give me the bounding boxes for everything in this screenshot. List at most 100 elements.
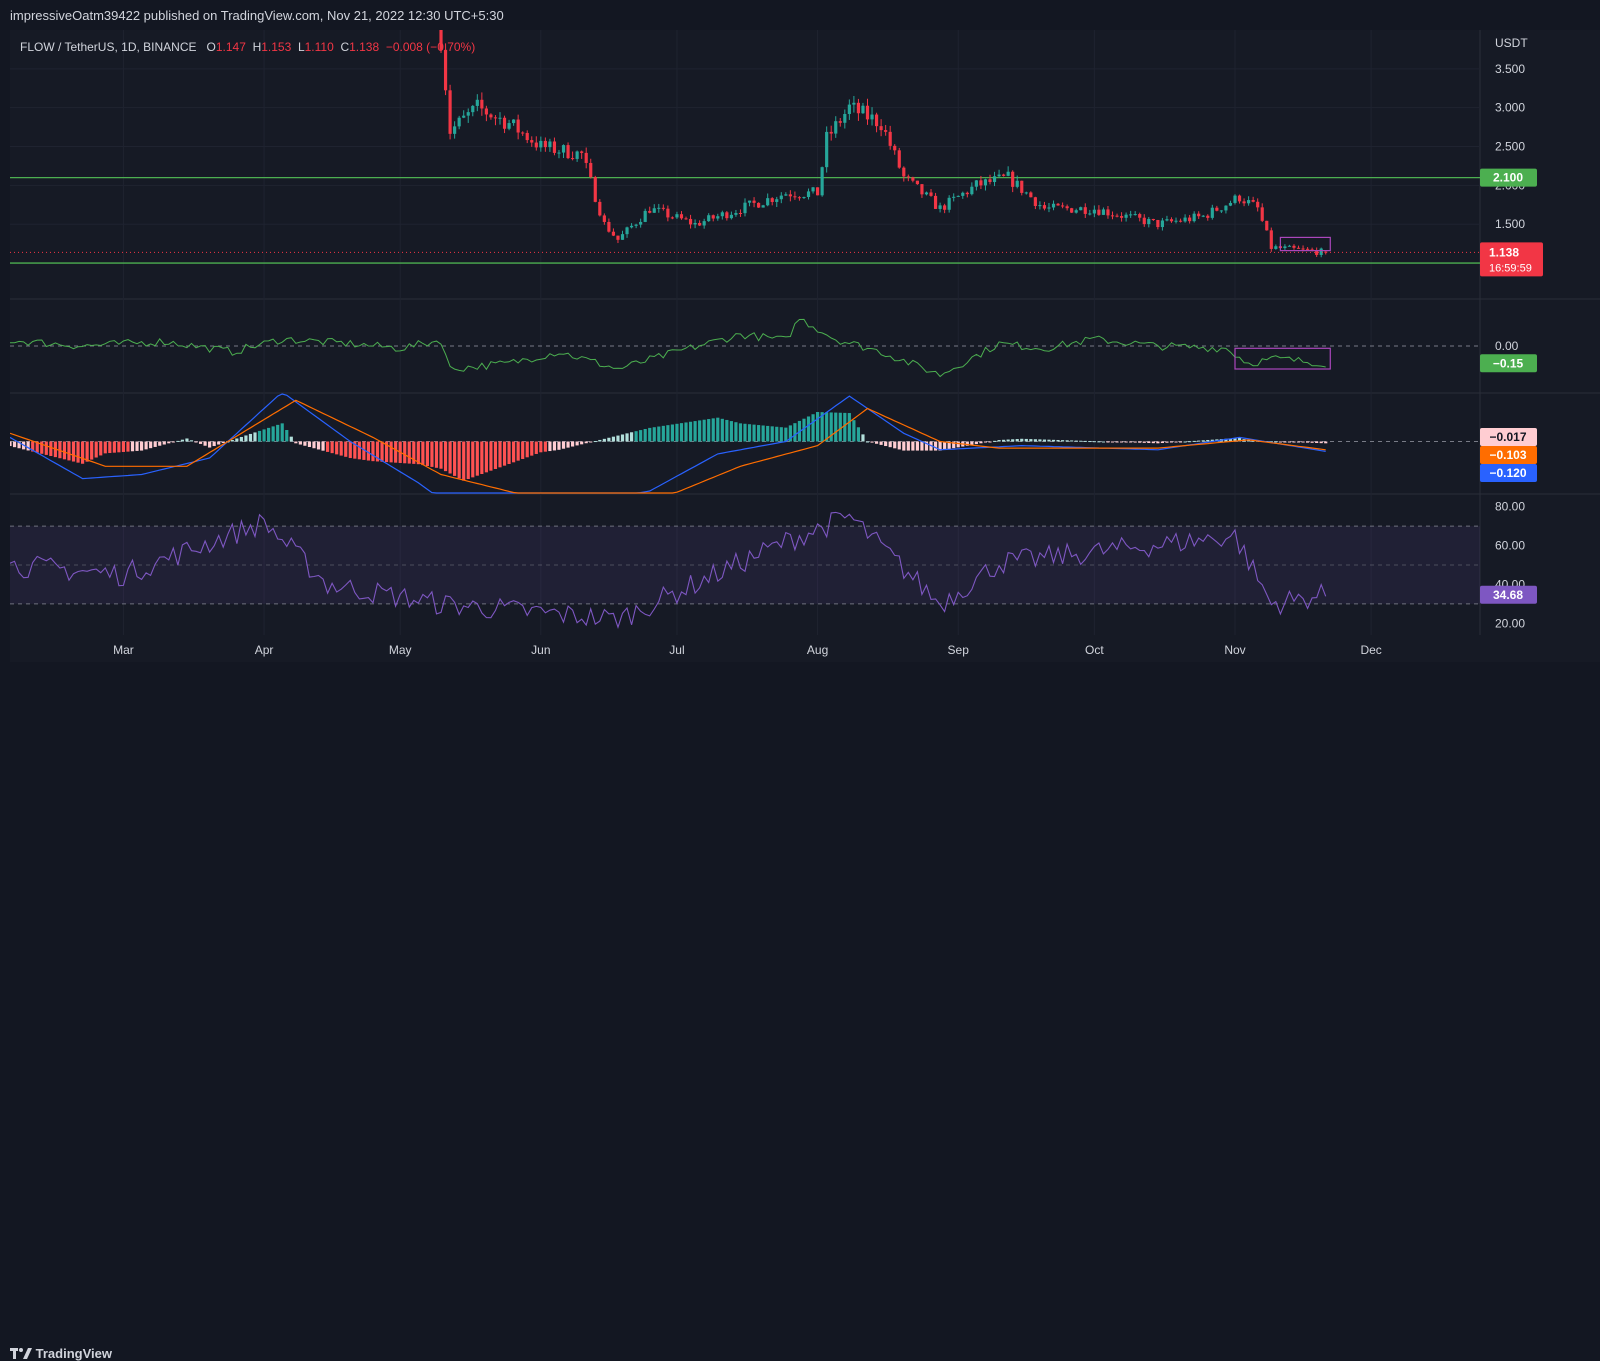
- candle-body: [679, 214, 684, 219]
- macd-histogram-bar: [829, 412, 833, 442]
- macd-histogram-bar: [457, 441, 461, 479]
- header-bar: impressiveOatm39422 published on Trading…: [0, 0, 1600, 32]
- x-axis-month-label: Dec: [1360, 643, 1381, 657]
- macd-histogram-bar: [189, 440, 194, 442]
- low-label: L: [297, 40, 305, 54]
- candle-body: [1283, 246, 1287, 249]
- macd-histogram-bar: [498, 441, 502, 468]
- macd-histogram-bar: [607, 437, 611, 442]
- candle-body: [856, 102, 861, 114]
- candle-body: [1237, 195, 1242, 202]
- macd-histogram-bar: [1274, 441, 1278, 443]
- macd-histogram-bar: [71, 441, 76, 462]
- tradingview-brand-text: TradingView: [35, 1346, 112, 1361]
- macd-histogram-bar: [1315, 441, 1319, 443]
- candle-body: [589, 162, 593, 178]
- macd-histogram-bar: [10, 441, 12, 447]
- x-axis-month-label: Jul: [669, 643, 684, 657]
- macd-histogram-bar: [720, 418, 724, 442]
- macd-histogram-bar: [421, 441, 425, 466]
- candle-body: [516, 119, 520, 133]
- candle-body: [716, 216, 720, 219]
- macd-histogram-bar: [707, 419, 711, 442]
- candle-body: [770, 198, 774, 202]
- macd-histogram-bar: [1056, 439, 1060, 442]
- macd-histogram-bar: [716, 417, 720, 442]
- macd-histogram-bar: [403, 441, 407, 464]
- macd-histogram-bar: [144, 441, 148, 450]
- macd-histogram-bar: [548, 441, 552, 452]
- candle-body: [584, 152, 588, 163]
- macd-histogram-bar: [1138, 441, 1142, 443]
- macd-histogram-bar: [1124, 441, 1128, 443]
- candle-body: [512, 119, 516, 124]
- candle-body: [475, 99, 479, 106]
- candle-body: [865, 105, 870, 120]
- macd-histogram-bar: [793, 423, 797, 442]
- change-value: −0.008 (−0.70%): [385, 40, 476, 54]
- macd-histogram-bar: [99, 441, 103, 456]
- macd-histogram-bar: [521, 441, 525, 459]
- candle-body: [1083, 207, 1087, 214]
- candle-body: [1101, 209, 1106, 215]
- candle-body: [970, 186, 974, 195]
- macd-histogram-bar: [575, 441, 579, 446]
- macd-histogram-bar: [747, 424, 752, 442]
- macd-histogram-bar: [1047, 439, 1051, 442]
- macd-histogram-bar: [652, 427, 656, 442]
- macd-histogram-bar: [943, 441, 947, 450]
- macd-histogram-bar: [81, 441, 85, 464]
- macd-histogram-bar: [471, 441, 475, 478]
- candle-body: [711, 215, 715, 219]
- macd-histogram-bar: [1169, 441, 1174, 443]
- candle-body: [1051, 203, 1056, 208]
- candle-body: [643, 210, 647, 222]
- macd-histogram-bar: [1015, 439, 1019, 442]
- macd-histogram-bar: [1065, 440, 1069, 442]
- candle-body: [443, 49, 448, 91]
- candle-body: [1029, 192, 1033, 198]
- macd-histogram-bar: [298, 441, 302, 445]
- candle-body: [893, 145, 897, 151]
- candle-body: [480, 99, 484, 109]
- candle-body: [652, 208, 656, 213]
- candle-body: [466, 112, 470, 116]
- macd-histogram-bar: [816, 412, 820, 442]
- macd-histogram-bar: [702, 419, 706, 442]
- macd-histogram-bar: [643, 428, 647, 442]
- candle-body: [825, 131, 829, 168]
- price-axis-unit: USDT: [1495, 36, 1528, 50]
- macd-histogram-bar: [480, 441, 484, 475]
- macd-histogram-bar: [512, 441, 516, 463]
- candle-body: [1097, 209, 1101, 215]
- candle-body: [1165, 219, 1169, 221]
- candle-body: [920, 184, 924, 195]
- tradingview-logo[interactable]: TradingView: [10, 1346, 112, 1361]
- macd-histogram-bar: [1301, 441, 1305, 443]
- macd-histogram-bar: [757, 425, 761, 442]
- macd-histogram-bar: [856, 427, 861, 442]
- candle-body: [580, 151, 584, 153]
- candle-body: [788, 194, 792, 197]
- macd-histogram-bar: [802, 418, 806, 442]
- x-axis-month-label: Oct: [1085, 643, 1104, 657]
- candle-body: [525, 132, 529, 141]
- candle-body: [843, 113, 847, 123]
- candle-body: [997, 174, 1001, 177]
- macd-histogram-bar: [76, 441, 80, 463]
- chart-area[interactable]: Mar Apr May Jun Jul Aug Sep Oct Nov Dec 3.500 3.000…: [10, 30, 1600, 662]
- candle-body: [1129, 214, 1133, 216]
- candle-body: [548, 141, 552, 148]
- rsi-axis-tick: 80.00: [1495, 500, 1525, 514]
- macd-histogram-bar: [430, 441, 434, 467]
- macd-value-label: −0.103: [1489, 448, 1526, 462]
- macd-histogram-bar: [162, 441, 166, 445]
- macd-histogram-bar: [516, 441, 520, 461]
- macd-histogram-bar: [698, 420, 702, 442]
- macd-histogram-bar: [443, 441, 448, 472]
- macd-histogram-bar: [620, 434, 625, 442]
- candle-body: [820, 167, 824, 196]
- macd-histogram-bar: [543, 441, 547, 452]
- chart-svg[interactable]: Mar Apr May Jun Jul Aug Sep Oct Nov Dec 3.500 3.000…: [10, 30, 1600, 662]
- macd-histogram-bar: [1101, 441, 1106, 443]
